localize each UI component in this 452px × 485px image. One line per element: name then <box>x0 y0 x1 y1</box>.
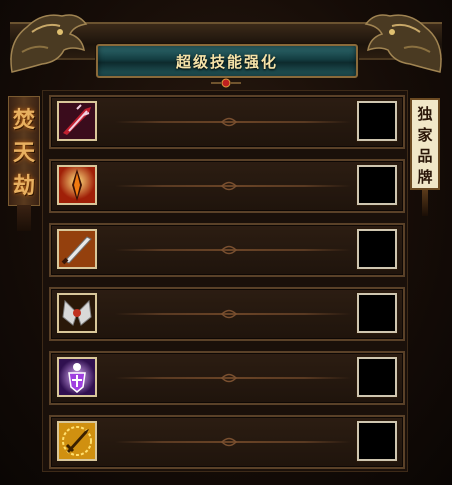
enhance-slot[interactable] <box>357 357 397 397</box>
flaming-spear-icon <box>59 167 95 203</box>
skill-icon-slot[interactable] <box>57 101 97 141</box>
holy-shield-figure-icon <box>59 359 95 395</box>
red-blade-slash-icon <box>59 103 95 139</box>
left-banner: 焚 天 劫 <box>8 96 40 231</box>
skill-panel <box>42 90 408 472</box>
left-banner-char: 焚 <box>12 106 35 133</box>
page-title: 超级技能强化 <box>175 52 278 71</box>
spiked-axes-icon <box>59 295 95 331</box>
right-dragon-ornament-icon <box>364 14 442 73</box>
right-banner-char: 家 <box>417 126 433 144</box>
left-banner-char: 天 <box>12 139 35 166</box>
left-dragon-ornament-icon <box>10 14 88 73</box>
enhance-slot[interactable] <box>357 229 397 269</box>
right-banner-char: 牌 <box>417 168 433 186</box>
skill-icon-slot[interactable] <box>57 357 97 397</box>
skill-row <box>49 159 405 213</box>
left-banner-char: 劫 <box>12 173 35 200</box>
skill-icon-slot[interactable] <box>57 165 97 205</box>
title-plate: 超级技能强化 <box>96 44 358 78</box>
skill-row <box>49 415 405 469</box>
enhance-slot[interactable] <box>357 293 397 333</box>
skill-row <box>49 223 405 277</box>
skill-row <box>49 351 405 405</box>
left-banner-tail <box>17 205 31 231</box>
skill-row <box>49 95 405 149</box>
enhance-slot[interactable] <box>357 101 397 141</box>
skill-icon-slot[interactable] <box>57 421 97 461</box>
enhance-slot[interactable] <box>357 165 397 205</box>
knot-ornament-icon <box>221 245 237 255</box>
knot-ornament-icon <box>221 309 237 319</box>
right-banner-char: 独 <box>417 105 433 123</box>
right-banner: 独 家 品 牌 <box>410 98 440 216</box>
knot-ornament-icon <box>221 117 237 127</box>
knot-ornament-icon <box>221 181 237 191</box>
right-banner-char: 品 <box>417 147 433 165</box>
knot-ornament-icon <box>221 373 237 383</box>
enhance-slot[interactable] <box>357 421 397 461</box>
title-ornament-icon <box>211 78 241 88</box>
golden-sword-rune-icon <box>59 423 95 459</box>
skill-row <box>49 287 405 341</box>
skill-icon-slot[interactable] <box>57 229 97 269</box>
knot-ornament-icon <box>221 437 237 447</box>
right-banner-tail <box>422 190 428 216</box>
skill-icon-slot[interactable] <box>57 293 97 333</box>
game-window: 超级技能强化 焚 天 劫 独 家 品 牌 <box>0 0 452 485</box>
silver-dagger-icon <box>59 231 95 267</box>
